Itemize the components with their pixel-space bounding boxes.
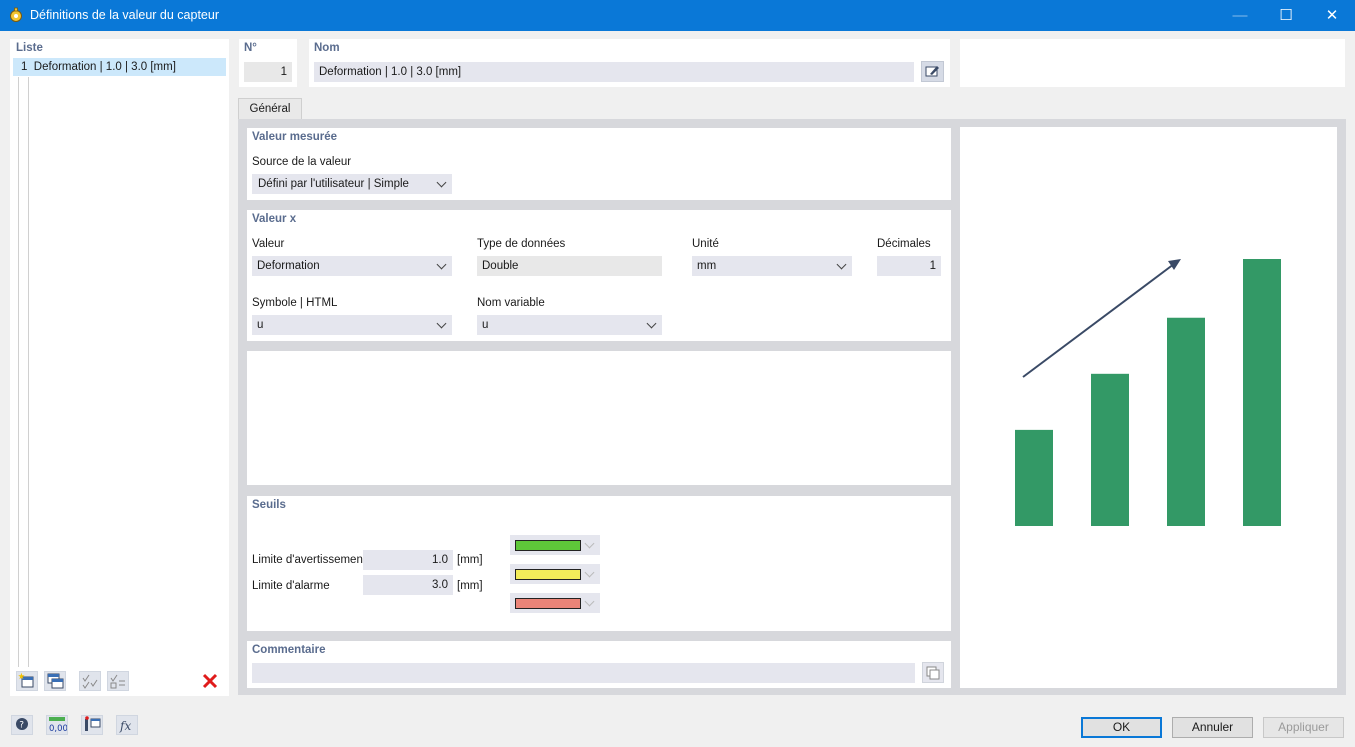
value-label: Valeur xyxy=(252,238,285,250)
source-label: Source de la valeur xyxy=(252,156,352,168)
alarm-unit: [mm] xyxy=(457,580,483,592)
name-label: Nom xyxy=(314,42,340,54)
warning-field[interactable]: 1.0 xyxy=(363,550,453,570)
empty-section xyxy=(247,351,951,485)
variable-label: Nom variable xyxy=(477,297,545,309)
trend-arrowhead xyxy=(1168,259,1181,270)
preview-bar xyxy=(1243,259,1281,526)
number-panel: N° 1 xyxy=(239,39,297,87)
comment-section: Commentaire xyxy=(247,641,951,688)
measured-value-title: Valeur mesurée xyxy=(252,131,338,143)
list-header: Liste xyxy=(16,42,43,54)
x-value-section: Valeur x Valeur Deformation Type de donn… xyxy=(247,210,951,341)
preview-panel xyxy=(960,127,1337,688)
minimize-button[interactable]: — xyxy=(1217,0,1263,31)
source-value: Défini par l'utilisateur | Simple xyxy=(258,178,409,190)
comment-title: Commentaire xyxy=(252,644,326,656)
datatype-field: Double xyxy=(477,256,662,276)
trend-arrow xyxy=(1022,263,1175,378)
svg-text:fx: fx xyxy=(119,719,131,733)
preview-graphic xyxy=(1015,259,1281,526)
svg-text:0,00: 0,00 xyxy=(49,724,67,734)
header-right-panel xyxy=(960,39,1345,87)
copy-item-icon[interactable] xyxy=(44,671,66,691)
alarm-field[interactable]: 3.0 xyxy=(363,575,453,595)
alarm-label: Limite d'alarme xyxy=(252,580,330,592)
symbol-select[interactable]: u xyxy=(252,315,452,335)
preview-bar xyxy=(1015,429,1053,526)
color-bar xyxy=(515,540,581,551)
apply-button[interactable]: Appliquer xyxy=(1263,717,1344,738)
color-bar xyxy=(515,598,581,609)
value-selected: Deformation xyxy=(257,260,320,272)
x-value-title: Valeur x xyxy=(252,213,297,225)
measured-value-section: Valeur mesurée Source de la valeur Défin… xyxy=(247,128,951,200)
preview-bar xyxy=(1091,373,1129,526)
warning-unit: [mm] xyxy=(457,554,483,566)
alarm-color-select[interactable] xyxy=(510,564,600,584)
new-item-icon[interactable] xyxy=(16,671,38,691)
check-all-icon[interactable] xyxy=(79,671,101,691)
list-panel: Liste 1 Deformation | 1.0 | 3.0 [mm] xyxy=(10,39,229,696)
edit-name-icon[interactable] xyxy=(921,61,944,82)
unit-select[interactable]: mm xyxy=(692,256,852,276)
comment-library-icon[interactable] xyxy=(922,662,944,683)
units-icon[interactable]: 0,00 xyxy=(46,715,68,735)
uncheck-all-icon[interactable] xyxy=(107,671,129,691)
symbol-label: Symbole | HTML xyxy=(252,297,338,309)
bottom-bar: ? 0,00 fx OK Annuler Appliquer xyxy=(1,703,1354,746)
datatype-label: Type de données xyxy=(477,238,566,250)
warning-color-select[interactable] xyxy=(510,535,600,555)
symbol-selected: u xyxy=(257,319,264,331)
decimals-label: Décimales xyxy=(877,238,931,250)
list-toolbar xyxy=(10,668,229,696)
decimals-field[interactable]: 1 xyxy=(877,256,941,276)
display-settings-icon[interactable] xyxy=(81,715,103,735)
value-select[interactable]: Deformation xyxy=(252,256,452,276)
title-bar: Définitions de la valeur du capteur — ☐ … xyxy=(0,0,1355,31)
warning-label: Limite d'avertissemen xyxy=(252,554,363,566)
app-icon xyxy=(10,7,22,22)
unit-selected: mm xyxy=(697,260,717,272)
variable-selected: u xyxy=(482,319,489,331)
name-field[interactable]: Deformation | 1.0 | 3.0 [mm] xyxy=(314,62,914,82)
svg-text:?: ? xyxy=(19,721,24,731)
thresholds-section: Seuils Limite d'avertissemen 1.0 [mm] Li… xyxy=(247,496,951,631)
number-field: 1 xyxy=(244,62,292,82)
ok-button[interactable]: OK xyxy=(1081,717,1162,738)
formula-icon[interactable]: fx xyxy=(116,715,138,735)
maximize-button[interactable]: ☐ xyxy=(1263,0,1309,31)
window-title: Définitions de la valeur du capteur xyxy=(30,8,220,22)
list-item-number: 1 xyxy=(21,61,28,73)
list-item-label: Deformation | 1.0 | 3.0 [mm] xyxy=(33,61,176,73)
preview-bar xyxy=(1167,317,1205,526)
dialog-body: Liste 1 Deformation | 1.0 | 3.0 [mm] N° … xyxy=(1,31,1354,746)
tree-guide xyxy=(18,77,19,667)
help-icon[interactable]: ? xyxy=(11,715,33,735)
close-button[interactable]: ✕ xyxy=(1309,0,1355,31)
comment-field[interactable] xyxy=(252,663,915,683)
tree-guide xyxy=(28,77,29,667)
name-panel: Nom Deformation | 1.0 | 3.0 [mm] xyxy=(309,39,950,87)
tab-general[interactable]: Général xyxy=(238,98,302,120)
delete-icon[interactable] xyxy=(199,671,221,691)
variable-select[interactable]: u xyxy=(477,315,662,335)
limit-color-select[interactable] xyxy=(510,593,600,613)
number-label: N° xyxy=(244,42,257,54)
list-item[interactable]: 1 Deformation | 1.0 | 3.0 [mm] xyxy=(13,58,226,76)
source-select[interactable]: Défini par l'utilisateur | Simple xyxy=(252,174,452,194)
cancel-button[interactable]: Annuler xyxy=(1172,717,1253,738)
thresholds-title: Seuils xyxy=(252,499,286,511)
unit-label: Unité xyxy=(692,238,719,250)
color-bar xyxy=(515,569,581,580)
